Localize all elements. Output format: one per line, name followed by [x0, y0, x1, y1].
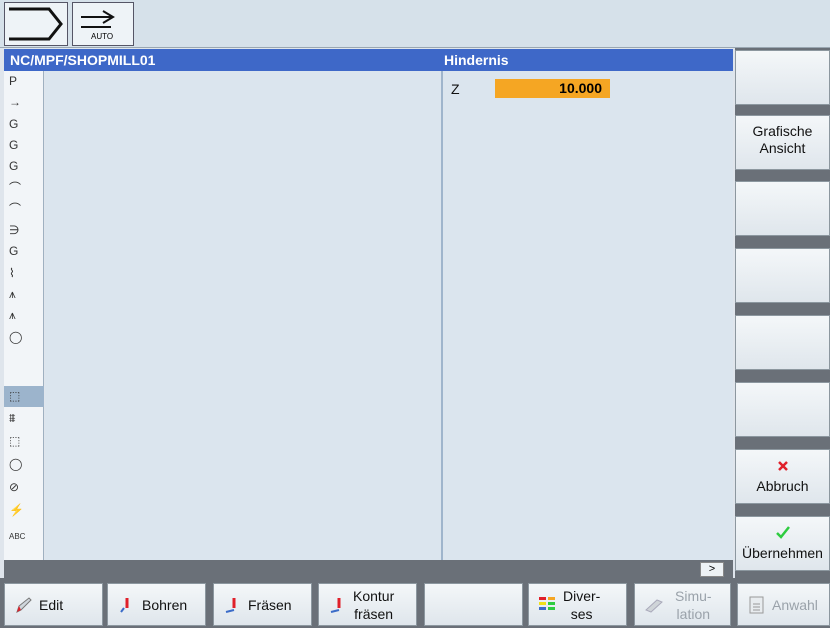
empty-softkey[interactable]: [424, 583, 523, 626]
nc-select-icon: [749, 596, 764, 614]
icon-row[interactable]: ⩚: [4, 305, 44, 326]
vsoftkey-grafische-ansicht[interactable]: Grafische Ansicht: [735, 115, 830, 170]
accept-check-icon: [776, 526, 790, 539]
program-editor-area[interactable]: [45, 71, 441, 560]
simulation-button[interactable]: Simu-lation: [634, 583, 731, 626]
diverses-button[interactable]: Diver-ses: [528, 583, 627, 626]
icon-row[interactable]: G: [4, 241, 44, 262]
color-grid-icon: [539, 597, 555, 610]
kontur-fraesen-button[interactable]: Kontur fräsen: [318, 583, 417, 626]
vsoftkey-4[interactable]: [735, 248, 830, 303]
icon-row[interactable]: ◯: [4, 454, 44, 475]
program-mode-box[interactable]: [4, 2, 68, 46]
icon-row[interactable]: G: [4, 114, 44, 135]
uebernehmen-button[interactable]: Übernehmen: [735, 516, 830, 571]
edit-button[interactable]: Edit: [4, 583, 103, 626]
cancel-x-icon: [778, 461, 788, 471]
program-path: NC/MPF/SHOPMILL01: [10, 52, 156, 68]
abbruch-button[interactable]: Abbruch: [735, 449, 830, 504]
horizontal-softkey-bar: Edit Bohren Fräsen Kontur fräsen Diver-se…: [0, 578, 830, 628]
vsoftkey-6[interactable]: [735, 382, 830, 437]
icon-row[interactable]: ⩩: [4, 408, 44, 429]
vsoftkey-1[interactable]: [735, 50, 830, 105]
contour-milling-icon: [330, 598, 341, 613]
status-bar: [4, 560, 733, 578]
fraesen-button[interactable]: Fräsen: [213, 583, 312, 626]
parameter-panel: Z 10.000: [443, 71, 733, 560]
simulation-icon: [645, 599, 663, 613]
icon-row[interactable]: ◯: [4, 327, 44, 348]
program-icon-column: P → G G G ⌒ ⌒ ∋ G ⌇ ⩚ ⩚ ◯ ⬚ ⩩ ⬚ ◯ ⊘ ⚡ AB…: [4, 71, 44, 560]
icon-row[interactable]: ⬚: [4, 431, 44, 452]
anwahl-button[interactable]: Anwahl: [737, 583, 830, 626]
vsoftkey-5[interactable]: [735, 315, 830, 370]
more-button[interactable]: >: [700, 562, 724, 577]
icon-row[interactable]: ⚡: [4, 500, 44, 521]
icon-row[interactable]: ⌇: [4, 263, 44, 284]
icon-row[interactable]: G: [4, 135, 44, 156]
icon-row[interactable]: ⌒: [4, 178, 44, 199]
auto-mode-box[interactable]: AUTO: [72, 2, 134, 46]
z-value-input[interactable]: 10.000: [495, 79, 610, 98]
title-bar: NC/MPF/SHOPMILL01 Hindernis: [4, 49, 733, 71]
bohren-button[interactable]: Bohren: [107, 583, 206, 626]
edit-pencil-icon: [16, 597, 32, 613]
milling-icon: [225, 598, 236, 613]
icon-row[interactable]: P: [4, 71, 44, 92]
mode-label: AUTO: [91, 32, 114, 41]
program-arrow-icon: [9, 7, 63, 41]
z-param-label: Z: [451, 81, 460, 97]
dialog-title: Hindernis: [444, 52, 509, 68]
icon-row-selected[interactable]: ⬚: [4, 386, 44, 408]
icon-row[interactable]: G: [4, 156, 44, 177]
icon-row[interactable]: ⌒: [4, 199, 44, 220]
icon-row[interactable]: ⩚: [4, 284, 44, 305]
vsoftkey-3[interactable]: [735, 181, 830, 236]
icon-row[interactable]: ABC: [4, 526, 44, 547]
icon-row[interactable]: ∋: [4, 220, 44, 241]
icon-row[interactable]: ⊘: [4, 477, 44, 498]
vertical-softkey-bar: Grafische Ansicht Abbruch Übernehmen: [735, 48, 830, 578]
icon-row[interactable]: →: [4, 92, 44, 113]
drill-icon: [120, 598, 129, 613]
